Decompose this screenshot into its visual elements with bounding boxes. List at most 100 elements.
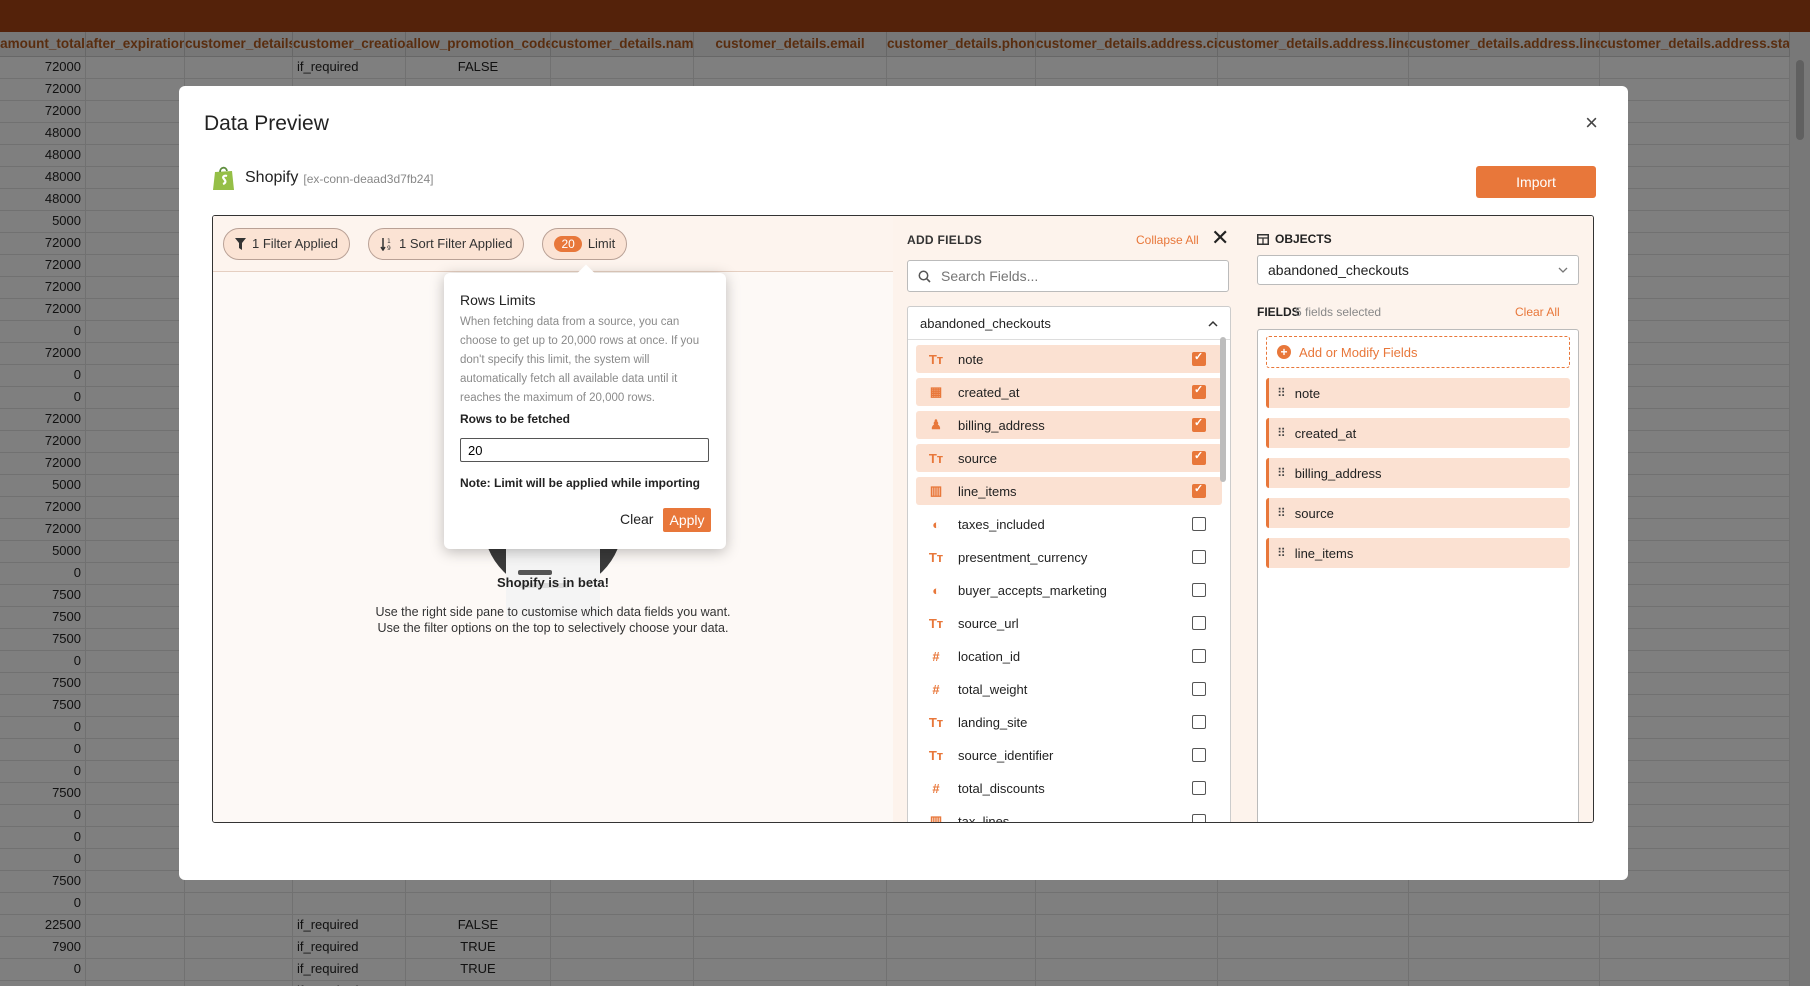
field-type-icon: # xyxy=(932,648,940,664)
field-checkbox[interactable] xyxy=(1192,517,1206,531)
object-group-header[interactable]: abandoned_checkouts xyxy=(908,307,1230,340)
field-type-icon: # xyxy=(932,681,940,697)
chevron-down-icon xyxy=(1558,267,1568,273)
objects-title-text: OBJECTS xyxy=(1275,232,1332,246)
rows-input[interactable] xyxy=(460,438,709,462)
field-name: landing_site xyxy=(958,714,1028,730)
field-checkbox[interactable] xyxy=(1192,383,1206,399)
field-checkbox[interactable] xyxy=(1192,449,1206,465)
field-name: buyer_accepts_marketing xyxy=(958,582,1107,598)
clear-all-link[interactable]: Clear All xyxy=(1515,305,1560,319)
preview-panel: 1 Filter Applied 1 9 1 Sort Filter Appli… xyxy=(213,216,894,822)
field-row[interactable]: ▥ line_items xyxy=(916,477,1222,505)
drag-handle-icon[interactable]: ⠿ xyxy=(1277,546,1286,560)
field-type-icon: Tт xyxy=(928,450,944,466)
field-checkbox[interactable] xyxy=(1192,814,1206,822)
rows-label: Rows to be fetched xyxy=(460,412,571,426)
field-row[interactable]: ▦ created_at xyxy=(916,378,1222,406)
field-type-icon: Tт xyxy=(928,351,944,367)
field-name: presentment_currency xyxy=(958,549,1088,565)
field-name: source xyxy=(958,450,998,466)
object-select[interactable]: abandoned_checkouts xyxy=(1257,255,1579,285)
field-type-icon: Tт xyxy=(928,549,944,565)
field-row[interactable]: Tт note xyxy=(916,345,1222,373)
field-row[interactable]: # location_id xyxy=(916,642,1222,670)
fields-scrollbar[interactable] xyxy=(1220,337,1226,482)
field-checkbox[interactable] xyxy=(1192,416,1206,432)
field-name: total_discounts xyxy=(958,780,1045,796)
collapse-all-link[interactable]: Collapse All xyxy=(1136,233,1199,247)
filter-bar: 1 Filter Applied 1 9 1 Sort Filter Appli… xyxy=(213,216,893,272)
apply-button[interactable]: Apply xyxy=(663,508,711,532)
object-select-value: abandoned_checkouts xyxy=(1268,262,1409,278)
field-row[interactable]: Tт source xyxy=(916,444,1222,472)
field-row[interactable]: Tт landing_site xyxy=(916,708,1222,736)
field-checkbox[interactable] xyxy=(1192,350,1206,366)
field-checkbox[interactable] xyxy=(1192,583,1206,597)
svg-text:9: 9 xyxy=(387,245,391,251)
field-name: line_items xyxy=(958,483,1017,499)
selected-field-item[interactable]: ⠿ line_items xyxy=(1266,538,1570,568)
field-checkbox[interactable] xyxy=(1192,715,1206,729)
drag-handle-icon[interactable]: ⠿ xyxy=(1277,466,1286,480)
close-icon[interactable]: ✕ xyxy=(1211,227,1229,249)
beta-line-2: Use the filter options on the top to sel… xyxy=(377,621,729,635)
search-field[interactable] xyxy=(907,260,1229,292)
drag-handle-icon[interactable]: ⠿ xyxy=(1277,506,1286,520)
popover-note: Note: Limit will be applied while import… xyxy=(460,476,701,490)
selected-field-name: note xyxy=(1294,385,1321,401)
add-modify-fields-button[interactable]: + Add or Modify Fields xyxy=(1266,336,1570,368)
field-row[interactable]: # total_weight xyxy=(916,675,1222,703)
selected-field-item[interactable]: ⠿ created_at xyxy=(1266,418,1570,448)
filter-chip[interactable]: 1 Filter Applied xyxy=(223,227,350,260)
limit-count-badge: 20 xyxy=(554,235,582,252)
field-checkbox[interactable] xyxy=(1192,649,1206,663)
field-row[interactable]: ◐ taxes_included xyxy=(916,510,1222,538)
chevron-up-icon[interactable] xyxy=(1208,320,1218,327)
popover-title: Rows Limits xyxy=(460,292,536,308)
field-checkbox[interactable] xyxy=(1192,781,1206,795)
selected-field-item[interactable]: ⠿ note xyxy=(1266,378,1570,408)
selected-field-name: source xyxy=(1294,505,1334,521)
field-rows: Tтnote▦created_at♟billing_addressTтsourc… xyxy=(908,345,1230,823)
selected-field-item[interactable]: ⠿ source xyxy=(1266,498,1570,528)
field-type-icon: Tт xyxy=(928,615,944,631)
field-type-icon: ▥ xyxy=(929,483,943,498)
field-checkbox[interactable] xyxy=(1192,748,1206,762)
field-checkbox[interactable] xyxy=(1192,482,1206,498)
field-row[interactable]: ♟ billing_address xyxy=(916,411,1222,439)
sort-chip-label: 1 Sort Filter Applied xyxy=(399,236,513,251)
field-name: location_id xyxy=(958,648,1021,664)
field-name: billing_address xyxy=(958,417,1045,433)
add-fields-title: ADD FIELDS xyxy=(907,233,982,247)
drag-handle-icon[interactable]: ⠿ xyxy=(1277,386,1286,400)
field-type-icon: ◐ xyxy=(932,516,940,532)
search-input[interactable] xyxy=(939,267,1203,285)
field-checkbox[interactable] xyxy=(1192,550,1206,564)
field-name: source_identifier xyxy=(958,747,1054,763)
selected-field-name: line_items xyxy=(1294,545,1354,561)
field-checkbox[interactable] xyxy=(1192,682,1206,696)
beta-title: Shopify is in beta! xyxy=(497,575,609,590)
field-type-icon: ▥ xyxy=(929,813,943,823)
data-preview-modal: Data Preview × Shopify [ex-conn-deaad3d7… xyxy=(179,86,1628,880)
field-type-icon: ◐ xyxy=(932,582,940,598)
sort-chip[interactable]: 1 9 1 Sort Filter Applied xyxy=(368,227,525,260)
beta-line-1: Use the right side pane to customise whi… xyxy=(375,605,731,619)
field-name: source_url xyxy=(958,615,1019,631)
drag-handle-icon[interactable]: ⠿ xyxy=(1277,426,1286,440)
clear-button[interactable]: Clear xyxy=(620,511,653,527)
field-row[interactable]: Tт presentment_currency xyxy=(916,543,1222,571)
field-row[interactable]: ▥ tax_lines xyxy=(916,807,1222,823)
field-checkbox[interactable] xyxy=(1192,616,1206,630)
field-name: taxes_included xyxy=(958,516,1045,532)
field-row[interactable]: ◐ buyer_accepts_marketing xyxy=(916,576,1222,604)
plus-icon: + xyxy=(1277,345,1291,359)
field-row[interactable]: Tт source_url xyxy=(916,609,1222,637)
field-row[interactable]: # total_discounts xyxy=(916,774,1222,802)
selected-field-item[interactable]: ⠿ billing_address xyxy=(1266,458,1570,488)
field-row[interactable]: Tт source_identifier xyxy=(916,741,1222,769)
close-icon[interactable]: × xyxy=(1585,112,1598,134)
limit-chip[interactable]: 20 Limit xyxy=(542,227,628,260)
import-button[interactable]: Import xyxy=(1476,166,1596,198)
